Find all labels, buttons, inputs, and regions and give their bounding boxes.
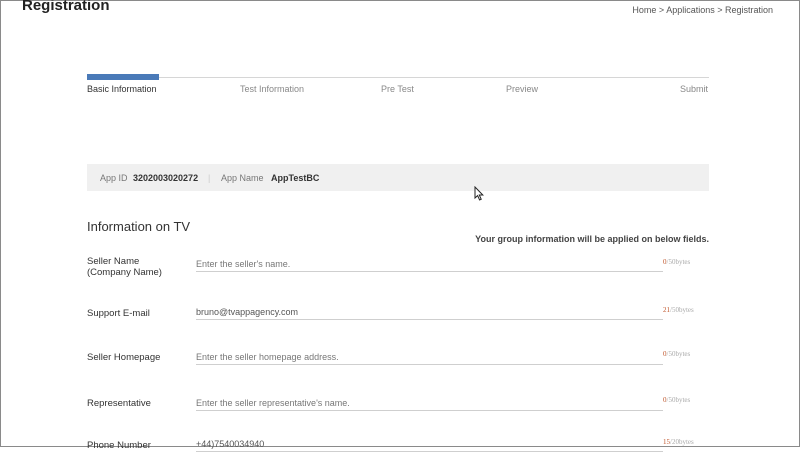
phone-number-input[interactable] [196,437,663,452]
app-info-bar: App ID 3202003020272 | App Name AppTestB… [87,164,709,191]
seller-name-label-line2: (Company Name) [87,267,162,278]
step-test-information[interactable]: Test Information [240,84,304,94]
support-email-label: Support E-mail [87,308,150,319]
section-title: Information on TV [87,219,191,234]
seller-name-limit: /50bytes [666,258,691,266]
app-name-value: AppTestBC [271,173,320,183]
app-id-value: 3202003020272 [133,173,199,183]
phone-number-label: Phone Number [87,440,151,451]
seller-homepage-label: Seller Homepage [87,352,161,363]
breadcrumb: Home > Applications > Registration [632,5,773,15]
phone-number-limit: /20bytes [670,438,694,446]
app-name-label: App Name [221,173,264,183]
representative-limit: /50bytes [666,396,691,404]
phone-number-byte-counter: 15/20bytes [663,438,694,446]
step-submit[interactable]: Submit [680,84,708,94]
support-email-input[interactable] [196,305,663,320]
step-preview[interactable]: Preview [506,84,538,94]
seller-name-label-line1: Seller Name [87,256,140,267]
seller-homepage-limit: /50bytes [666,350,691,358]
support-email-count: 21 [663,306,670,314]
support-email-byte-counter: 21/50bytes [663,306,694,314]
representative-input[interactable] [196,396,663,411]
phone-number-count: 15 [663,438,670,446]
seller-homepage-byte-counter: 0/50bytes [663,350,690,358]
seller-name-byte-counter: 0/50bytes [663,258,690,266]
support-email-limit: /50bytes [670,306,694,314]
representative-label: Representative [87,398,151,409]
representative-byte-counter: 0/50bytes [663,396,690,404]
step-basic-information[interactable]: Basic Information [87,84,157,94]
seller-name-input[interactable] [196,257,663,272]
step-progress-track [87,77,709,78]
page-title: Registration [22,0,110,14]
seller-name-label: Seller Name (Company Name) [87,256,162,278]
info-separator: | [208,173,211,183]
app-id-label: App ID [100,173,128,183]
step-pre-test[interactable]: Pre Test [381,84,414,94]
step-progress-active-bar [87,74,159,80]
section-note: Your group information will be applied o… [475,234,709,244]
seller-homepage-input[interactable] [196,350,663,365]
mouse-cursor-icon [474,186,484,201]
